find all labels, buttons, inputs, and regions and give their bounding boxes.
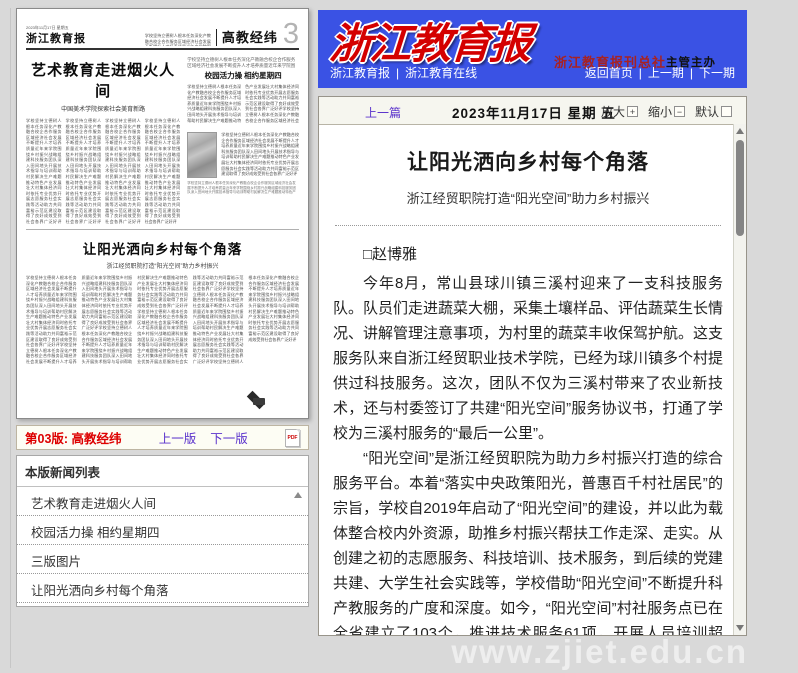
zoom-in-control[interactable]: 放大 + [601, 103, 638, 120]
thumb-article-1-body: 学校坚持立德树人根本任务深化产教融合校企合作服务区域经济社会发展不断提升人才培养… [26, 118, 180, 244]
masthead-divider [216, 29, 217, 46]
pdf-icon-fold [296, 429, 300, 433]
scrollbar-up-icon[interactable] [736, 128, 744, 134]
thumb-photo-row: 学校坚持立德树人根本任务深化产教融合校企合作服务区域经济社会发展不断提升人才培养… [187, 132, 299, 178]
default-size-control[interactable]: 默认 [695, 103, 732, 120]
pdf-icon-label: PDF [287, 435, 297, 441]
thumb-news-photo [187, 132, 217, 178]
header-nav-right: 返回首页 | 上一期 | 下一期 [585, 64, 735, 81]
graduation-cap-icon [247, 389, 273, 407]
site-header: 浙江教育报 浙江教育报刊总社 主管主办 浙江教育报 | 浙江教育在线 返回首页 … [318, 10, 747, 88]
news-list-header: 本版新闻列表 [17, 456, 308, 487]
pdf-download-icon[interactable]: PDF [285, 429, 300, 447]
thumb-photo-caption: 学校坚持立德树人根本任务深化产教融合校企合作服务区域经济社会发展不断提升人才培养… [187, 181, 299, 195]
article-author: □赵博雅 [333, 242, 723, 267]
zoom-out-icon[interactable]: − [674, 106, 685, 117]
article-content-box: 上一篇 2023年11月17日 星期 五 放大 + 缩小 − 默认 让阳光洒向乡… [318, 96, 747, 636]
site-watermark: www.zjiet.edu.cn [451, 633, 748, 671]
nav-link-next-issue[interactable]: 下一期 [699, 64, 735, 81]
article-title: 让阳光洒向乡村每个角落 [333, 146, 723, 176]
zoom-in-icon[interactable]: + [627, 106, 638, 117]
thumb-masthead-left: 2023年11月17日 星期五 浙江教育报 [26, 25, 86, 46]
zoom-out-label: 缩小 [648, 103, 672, 120]
newspaper-page-thumbnail[interactable]: 2023年11月17日 星期五 浙江教育报 学校坚持立德树人根本任务深化产教融合… [16, 8, 309, 419]
scrollbar-down-icon[interactable] [736, 625, 744, 631]
thumb-article-1: 艺术教育走进烟火人间 中国美术学院探索社会美育新路 学校坚持立德树人根本任务深化… [26, 54, 299, 222]
prev-page-link[interactable]: 上一版 [159, 428, 197, 447]
default-size-icon[interactable] [721, 106, 732, 117]
graduation-cap-base [253, 398, 265, 405]
nav-separator: | [639, 66, 642, 80]
article-toolbar: 上一篇 2023年11月17日 星期 五 放大 + 缩小 − 默认 [319, 97, 746, 125]
thumb-article-3-title: 让阳光洒向乡村每个角落 [26, 238, 299, 258]
font-size-controls: 放大 + 缩小 − 默认 [601, 103, 732, 120]
nav-link-paper[interactable]: 浙江教育报 [330, 64, 390, 81]
news-list-item[interactable]: 让阳光洒向乡村每个角落 [17, 574, 308, 603]
scrollbar-thumb[interactable] [736, 140, 744, 236]
nav-separator: | [690, 66, 693, 80]
thumb-masthead-right: 学校坚持立德树人根本任务深化产教融合校企合作服务区域经济社会发展不断提升人才培养… [145, 22, 299, 46]
nav-link-home[interactable]: 返回首页 [585, 64, 633, 81]
issue-date: 2023年11月17日 星期 五 [452, 102, 616, 122]
thumb-page-number: 3 [283, 22, 299, 46]
zoom-out-control[interactable]: 缩小 − [648, 103, 685, 120]
current-page-label: 第03版: 高教经纬 [25, 428, 122, 447]
page-bar-links: 上一版 下一版 [159, 428, 248, 447]
thumb-article-2-kicker: 学校坚持立德树人根本任务深化产教融合校企合作服务区域经济社会发展不断提升人才培养… [187, 57, 299, 68]
nav-link-online[interactable]: 浙江教育在线 [405, 64, 477, 81]
thumb-editor-info: 学校坚持立德树人根本任务深化产教融合校企合作服务区域经济社会发展不断提升人才培养… [145, 33, 211, 46]
nav-link-prev-issue[interactable]: 上一期 [648, 64, 684, 81]
thumb-section-name: 高教经纬 [222, 30, 278, 46]
thumb-article-3: 让阳光洒向乡村每个角落 浙江经贸职院打造“阳光空间”助力乡村振兴 学校坚持立德树… [26, 229, 299, 421]
news-list-item[interactable]: 艺术教育走进烟火人间 [17, 487, 308, 516]
thumb-paper-name: 浙江教育报 [26, 30, 86, 46]
masthead-rule [26, 48, 299, 50]
thumb-photo-side-text: 学校坚持立德树人根本任务深化产教融合校企合作服务区域经济社会发展不断提升人才培养… [221, 132, 299, 178]
site-logo: 浙江教育报 [328, 10, 532, 71]
news-list-item[interactable]: 校园活力操 相约星期四 [17, 516, 308, 545]
thumb-article-2-title: 校园活力操 相约星期四 [187, 70, 299, 81]
thumb-article-1-title: 艺术教育走进烟火人间 [26, 59, 180, 101]
nav-separator: | [396, 66, 399, 80]
article-scrollbar[interactable] [733, 124, 746, 635]
news-list-panel: 本版新闻列表 艺术教育走进烟火人间 校园活力操 相约星期四 三版图片 让阳光洒向… [16, 455, 309, 607]
header-nav-left: 浙江教育报 | 浙江教育在线 [330, 64, 477, 81]
article-paragraph: “阳光空间”是浙江经贸职院为助力乡村振兴打造的综合服务平台。本着“落实中央政策阳… [333, 446, 723, 635]
zoom-in-label: 放大 [601, 103, 625, 120]
thumb-article-1-subtitle: 中国美术学院探索社会美育新路 [26, 104, 180, 113]
article-body: 让阳光洒向乡村每个角落 浙江经贸职院打造“阳光空间”助力乡村振兴 □赵博雅 今年… [319, 124, 733, 635]
prev-article-link[interactable]: 上一篇 [365, 104, 401, 121]
thumb-article-2: 学校坚持立德树人根本任务深化产教融合校企合作服务区域经济社会发展不断提升人才培养… [187, 54, 299, 222]
thumb-article-3-subtitle: 浙江经贸职院打造“阳光空间”助力乡村振兴 [26, 261, 299, 270]
page-background: 2023年11月17日 星期五 浙江教育报 学校坚持立德树人根本任务深化产教融合… [0, 0, 798, 673]
article-subtitle: 浙江经贸职院打造“阳光空间”助力乡村振兴 [333, 188, 723, 207]
thumb-article-1-main: 艺术教育走进烟火人间 中国美术学院探索社会美育新路 学校坚持立德树人根本任务深化… [26, 54, 180, 222]
default-size-label: 默认 [695, 103, 719, 120]
scroll-up-icon[interactable] [294, 492, 302, 498]
thumb-article-2-body: 学校坚持立德树人根本任务深化产教融合校企合作服务区域经济社会发展不断提升人才培养… [187, 84, 299, 128]
page-navigation-bar: 第03版: 高教经纬 上一版 下一版 PDF [16, 425, 309, 450]
article-paragraph: 今年8月，常山县球川镇三溪村迎来了一支科技服务队。队员们走进蔬菜大棚，采集土壤样… [333, 271, 723, 446]
article-divider [335, 225, 721, 226]
left-divider [10, 8, 11, 668]
next-page-link[interactable]: 下一版 [210, 428, 248, 447]
news-list-item[interactable]: 三版图片 [17, 545, 308, 574]
thumb-masthead: 2023年11月17日 星期五 浙江教育报 学校坚持立德树人根本任务深化产教融合… [26, 16, 299, 46]
